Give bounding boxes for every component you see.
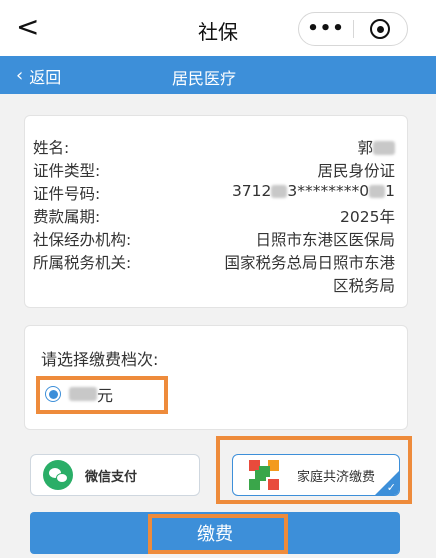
info-label: 姓名:: [33, 139, 70, 157]
target-icon: [370, 19, 391, 39]
check-icon: ✓: [386, 481, 396, 494]
pay-button-label: 缴费: [197, 524, 233, 545]
return-label: 返回: [29, 68, 62, 87]
chevron-left-icon: ‹: [16, 65, 24, 86]
redacted-blur: [369, 185, 386, 198]
family-pay-label: 家庭共济缴费: [297, 469, 376, 485]
info-value: 2025年: [340, 208, 395, 226]
personal-info-card: 姓名: 郭 证件类型: 居民身份证 证件号码: 3712 3********0 1 …: [24, 115, 408, 308]
sub-header: ‹ 返回 居民医疗: [0, 56, 436, 94]
family-pay-icon: [249, 460, 279, 490]
redacted-blur: [271, 185, 288, 198]
close-mini-program-button[interactable]: [354, 13, 407, 45]
redacted-blur: [373, 141, 395, 155]
info-label: 证件号码:: [33, 185, 101, 203]
info-value: 日照市东港区医保局: [255, 231, 395, 249]
back-icon[interactable]: <: [16, 13, 46, 44]
payment-grade-card: 请选择缴费档次: 元: [24, 325, 408, 430]
return-button[interactable]: ‹ 返回: [16, 64, 61, 88]
radio-selected-icon[interactable]: [45, 386, 61, 402]
section-title: 居民医疗: [172, 69, 237, 88]
family-pay-button[interactable]: 家庭共济缴费 ✓: [232, 454, 400, 496]
info-label: 费款属期:: [33, 208, 101, 226]
info-value: 郭: [357, 136, 395, 158]
top-nav-bar: < 社保 •••: [0, 0, 436, 56]
info-label: 所属税务机关:: [33, 254, 132, 272]
pay-button[interactable]: 缴费: [30, 512, 400, 554]
info-value: 3712 3********0 1: [231, 182, 395, 200]
more-menu-icon[interactable]: •••: [299, 14, 353, 44]
info-value-line2: 区税务局: [332, 277, 395, 295]
info-label: 社保经办机构:: [33, 231, 132, 249]
mini-program-capsule: •••: [298, 12, 408, 46]
wechat-pay-label: 微信支付: [85, 469, 138, 485]
wechat-pay-button[interactable]: 微信支付: [30, 454, 200, 496]
grade-prompt: 请选择缴费档次:: [41, 350, 159, 369]
info-label: 证件类型:: [33, 162, 101, 180]
wechat-icon: [43, 460, 73, 490]
redacted-blur: [69, 387, 97, 401]
info-value: 国家税务总局日照市东港: [224, 254, 395, 272]
info-value: 居民身份证: [317, 162, 395, 180]
grade-option-radio[interactable]: 元: [45, 382, 113, 406]
grade-option-label: 元: [97, 386, 114, 405]
